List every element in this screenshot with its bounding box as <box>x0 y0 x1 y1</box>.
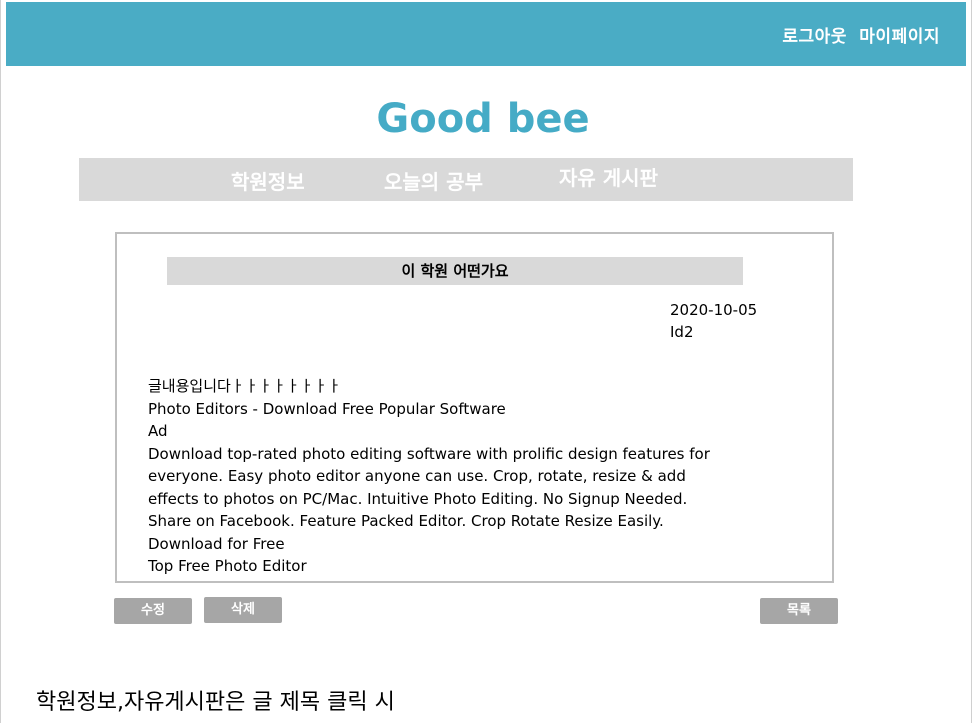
post-date: 2020-10-05 <box>670 301 758 319</box>
post-body-line: 글내용입니다ㅏㅏㅏㅏㅏㅏㅏㅏ <box>148 377 342 395</box>
post-body-line: Top Free Photo Editor <box>148 557 307 575</box>
post-meta: 2020-10-05 Id2 <box>670 299 757 343</box>
list-button[interactable]: 목록 <box>760 598 838 624</box>
main-nav: 학원정보 오늘의 공부 자유 게시판 <box>79 158 853 201</box>
post-body-line: Download for Free <box>148 534 285 553</box>
post-author: Id2 <box>670 323 694 341</box>
post-body-line: Ad <box>148 422 168 440</box>
post-title: 이 학원 어떤가요 <box>167 257 743 285</box>
mypage-link[interactable]: 마이페이지 <box>859 27 940 47</box>
header-links: 로그아웃 마이페이지 <box>776 22 940 47</box>
delete-button[interactable]: 삭제 <box>204 597 282 623</box>
post-container: 이 학원 어떤가요 2020-10-05 Id2 글내용입니다ㅏㅏㅏㅏㅏㅏㅏㅏ … <box>115 232 834 583</box>
logout-link[interactable]: 로그아웃 <box>782 27 847 47</box>
post-body-line: everyone. Easy photo editor anyone can u… <box>148 467 686 485</box>
site-logo[interactable]: Good bee <box>0 96 966 142</box>
footer-note: 학원정보,자유게시판은 글 제목 클릭 시 <box>36 690 395 715</box>
post-body: 글내용입니다ㅏㅏㅏㅏㅏㅏㅏㅏ Photo Editors - Download … <box>148 375 798 578</box>
post-body-line: Photo Editors - Download Free Popular So… <box>148 399 506 418</box>
post-body-line: Share on Facebook. Feature Packed Editor… <box>148 512 664 530</box>
nav-item-today-study[interactable]: 오늘의 공부 <box>384 166 483 195</box>
nav-item-free-board[interactable]: 자유 게시판 <box>559 162 658 191</box>
edit-button[interactable]: 수정 <box>114 598 192 624</box>
post-body-line: Download top-rated photo editing softwar… <box>148 444 710 463</box>
top-header-bar: 로그아웃 마이페이지 <box>6 2 966 66</box>
post-body-line: effects to photos on PC/Mac. Intuitive P… <box>148 489 688 508</box>
nav-item-academy-info[interactable]: 학원정보 <box>231 166 305 195</box>
